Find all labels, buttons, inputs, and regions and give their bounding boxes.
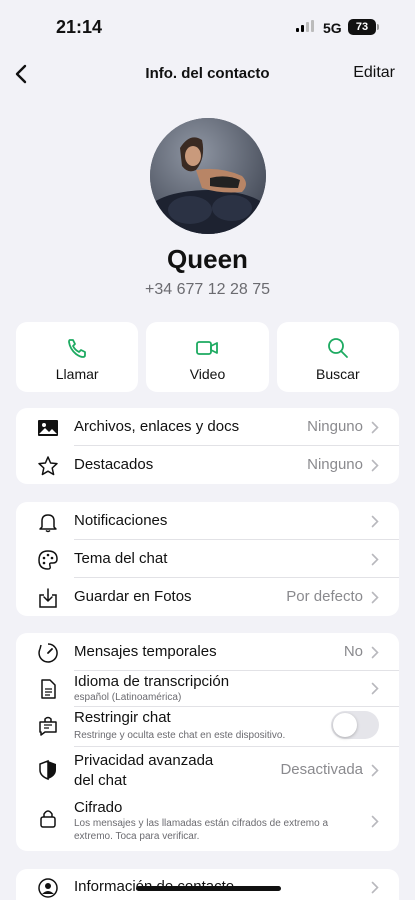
search-icon [327,338,348,358]
row-restringir: Restringir chat Restringe y oculta este … [16,707,399,747]
row-label: Guardar en Fotos [74,588,192,605]
row-label: Notificaciones [74,512,168,529]
call-label: Llamar [55,366,99,382]
restrict-chat-icon [39,716,57,736]
row-label: Mensajes temporales [74,643,217,660]
lock-icon [40,810,56,828]
status-bar: 21:14 5G 73 [0,0,415,54]
row-label-line1: Privacidad avanzada [74,752,214,769]
row-tema[interactable]: Tema del chat [16,540,399,578]
row-label-line2: del chat [74,772,127,789]
row-mensajes-temporales[interactable]: Mensajes temporales No [16,633,399,671]
chevron-right-icon [371,646,379,659]
row-guardar[interactable]: Guardar en Fotos Por defecto [16,578,399,616]
chevron-right-icon [371,421,379,434]
toggle-knob [333,713,357,737]
edit-button[interactable]: Editar [353,64,395,82]
row-label: Cifrado [74,799,123,816]
settings-card: Notificaciones Tema del chat Guardar en … [16,502,399,616]
row-info-contacto[interactable]: Información de contacto [16,869,399,900]
row-value: Ninguno [307,456,363,473]
row-value: Desactivada [280,761,363,778]
row-subtitle: Restringe y oculta este chat en este dis… [74,730,286,741]
search-button[interactable]: Buscar [276,322,399,392]
chevron-right-icon [371,764,379,777]
shield-icon [39,759,56,781]
row-label: Archivos, enlaces y docs [74,418,240,435]
contact-phone: +34 677 12 28 75 [144,281,270,298]
row-subtitle-line2: extremo. Toca para verificar. [74,831,200,842]
battery-tip [377,24,379,30]
chevron-right-icon [371,682,379,695]
row-label: Idioma de transcripción [74,673,230,690]
chevron-right-icon [371,515,379,528]
chevron-right-icon [371,815,379,828]
row-label: Tema del chat [74,550,168,567]
privacy-card: Mensajes temporales No Idioma de transcr… [16,633,399,851]
bell-icon [39,514,57,533]
row-idioma[interactable]: Idioma de transcripción español (Latinoa… [16,671,399,707]
row-label: Destacados [74,456,154,473]
contact-icon [38,878,58,898]
video-icon [196,341,219,355]
call-button[interactable]: Llamar [16,322,139,392]
row-subtitle-line1: Los mensajes y las llamadas están cifrad… [74,818,329,829]
contact-card: Información de contacto [16,869,399,900]
chevron-right-icon [371,459,379,472]
restrict-chat-toggle[interactable] [331,711,379,739]
image-icon [38,420,58,436]
row-label: Restringir chat [74,709,171,726]
row-notificaciones[interactable]: Notificaciones [16,502,399,540]
download-icon [39,588,57,608]
signal-icon [296,20,314,32]
status-time: 21:14 [56,17,103,37]
avatar[interactable] [150,118,266,234]
video-button[interactable]: Video [146,322,269,392]
contact-name: Queen [167,244,248,274]
star-icon [38,456,58,476]
document-icon [41,679,56,699]
row-cifrado[interactable]: Cifrado Los mensajes y las llamadas está… [16,795,399,851]
media-card: Archivos, enlaces y docs Ninguno Destaca… [16,408,399,484]
palette-icon [38,550,58,570]
phone-icon [68,339,87,358]
battery-icon: 73 [348,19,376,35]
chevron-right-icon [371,553,379,566]
row-value: No [343,643,363,660]
row-privacidad-avanzada[interactable]: Privacidad avanzada del chat Desactivada [16,747,399,795]
chevron-right-icon [371,881,379,894]
row-value: Por defecto [286,588,363,605]
nav-bar: Info. del contacto Editar [0,54,415,94]
video-label: Video [189,366,226,382]
chevron-right-icon [371,591,379,604]
row-value: Ninguno [307,418,363,435]
network-type: 5G [323,20,342,36]
search-label: Buscar [316,366,360,382]
timer-icon [38,643,58,663]
action-buttons: Llamar Video Buscar [16,322,399,392]
home-indicator [136,886,281,891]
profile-photo [150,118,266,234]
row-subtitle: español (Latinoamérica) [74,692,182,703]
row-destacados[interactable]: Destacados Ninguno [16,446,399,484]
row-archivos[interactable]: Archivos, enlaces y docs Ninguno [16,408,399,446]
